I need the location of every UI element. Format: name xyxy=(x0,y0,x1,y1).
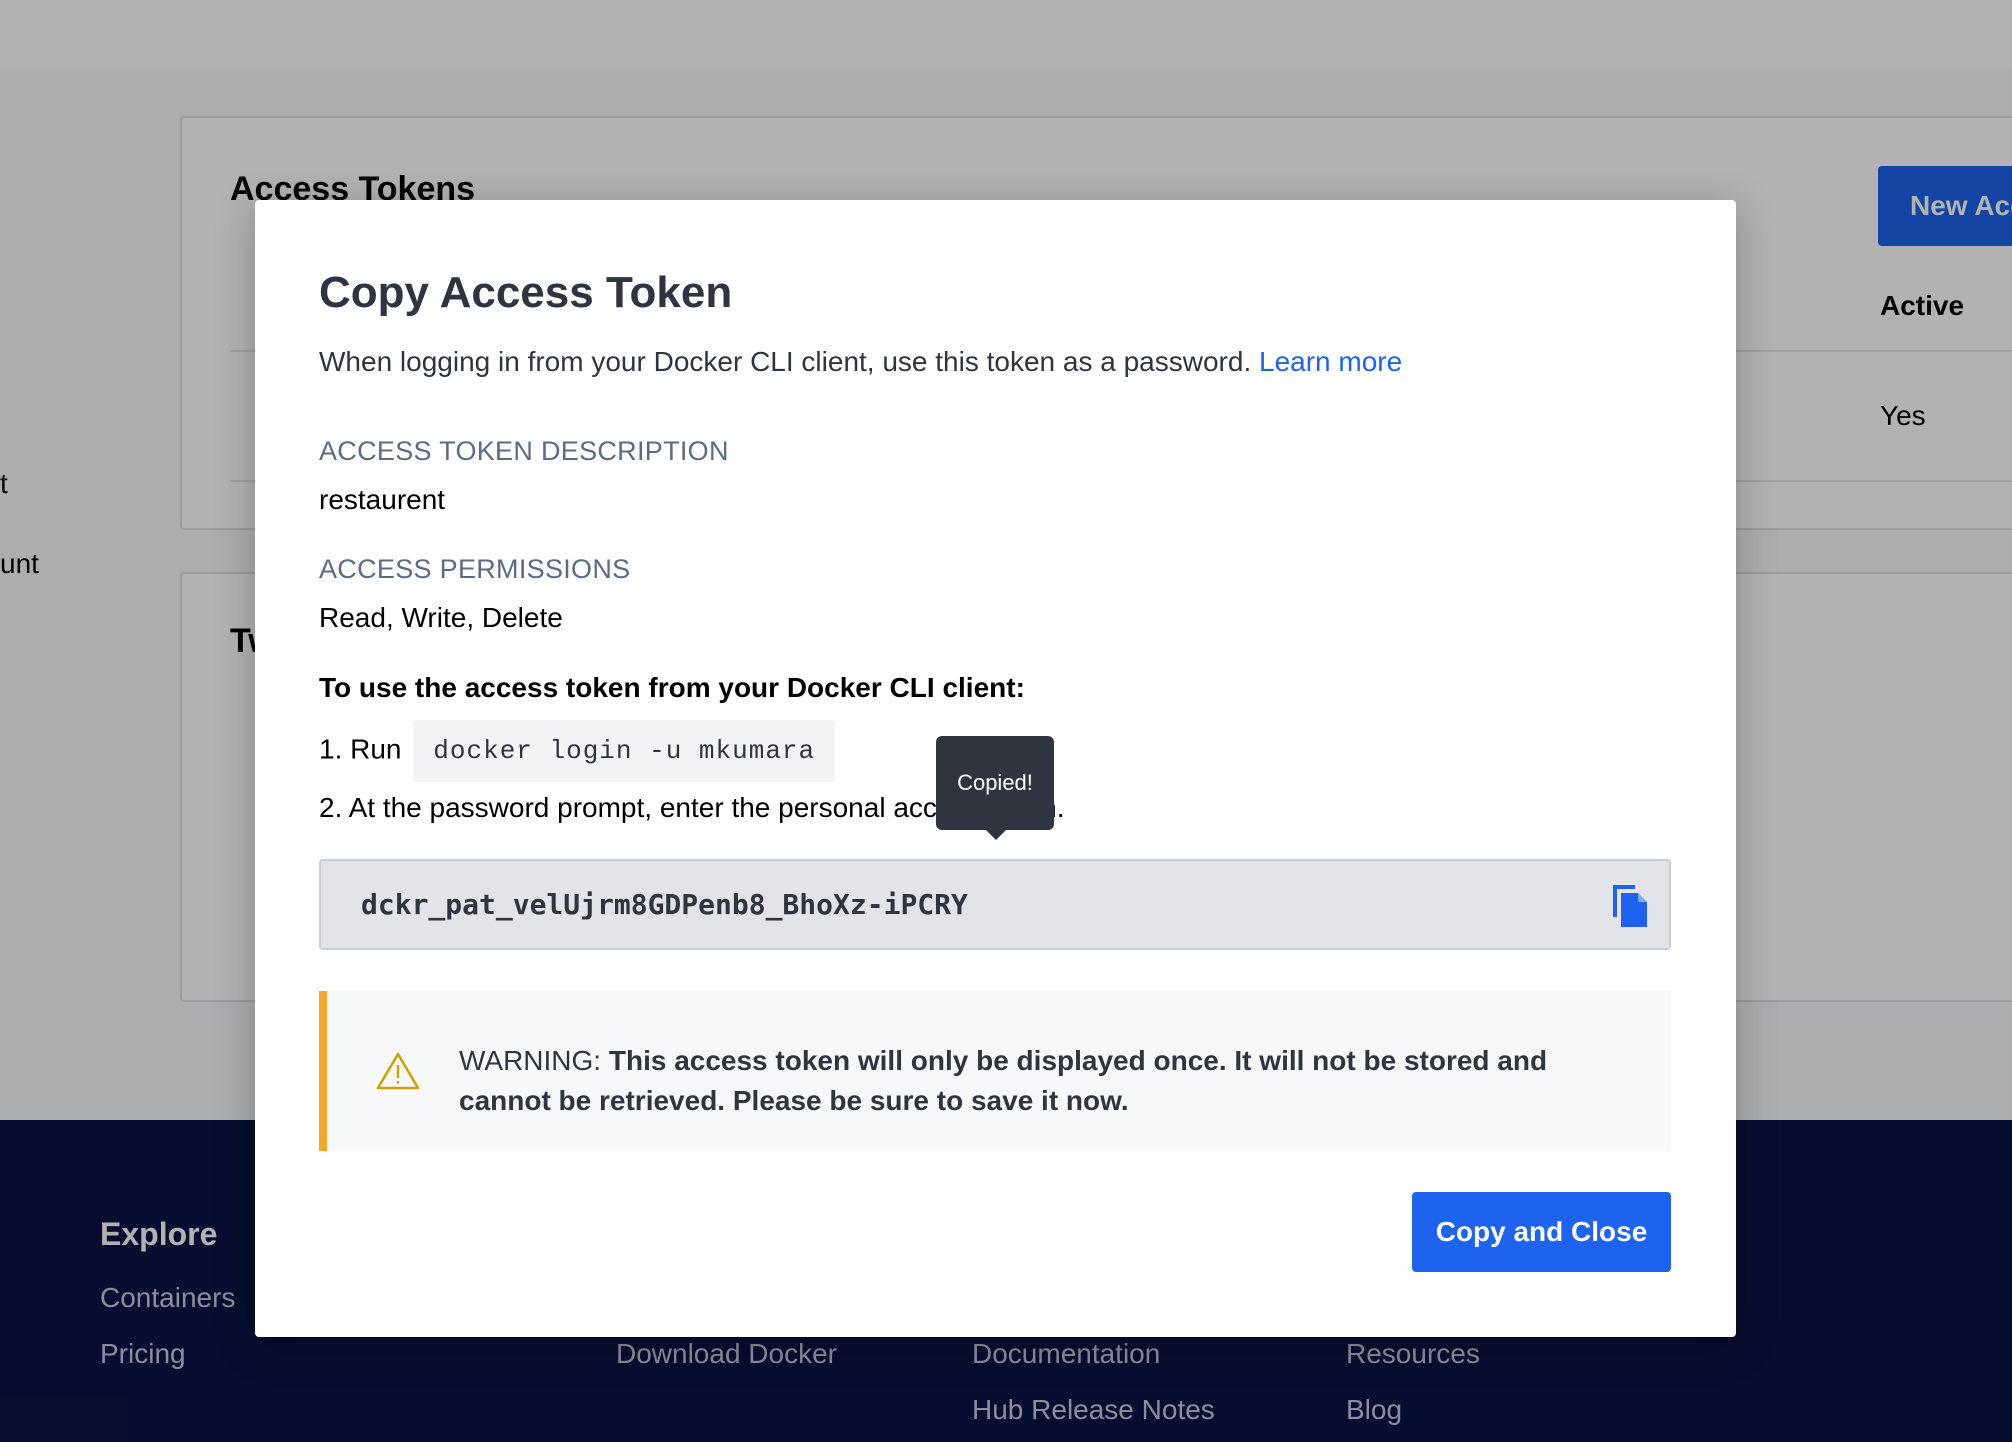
access-token-field[interactable]: dckr_pat_velUjrm8GDPenb8_BhoXz-iPCRY xyxy=(319,859,1671,950)
warning-text: This access token will only be displayed… xyxy=(459,1045,1548,1116)
learn-more-link[interactable]: Learn more xyxy=(1259,346,1402,377)
permissions-label: ACCESS PERMISSIONS xyxy=(319,554,631,584)
warning-banner: WARNING: This access token will only be … xyxy=(319,991,1671,1151)
dialog-title: Copy Access Token xyxy=(319,268,733,317)
copy-access-token-dialog: Copy Access Token When logging in from y… xyxy=(255,200,1736,1337)
description-label: ACCESS TOKEN DESCRIPTION xyxy=(319,436,729,466)
dialog-subtitle: When logging in from your Docker CLI cli… xyxy=(319,346,1402,378)
tooltip-arrow xyxy=(984,828,1008,840)
step-1-prefix: 1. Run xyxy=(319,733,402,765)
copy-icon[interactable] xyxy=(1609,883,1649,929)
warning-message: WARNING: This access token will only be … xyxy=(459,1041,1559,1121)
instructions-heading: To use the access token from your Docker… xyxy=(319,672,1025,703)
access-token-value[interactable]: dckr_pat_velUjrm8GDPenb8_BhoXz-iPCRY xyxy=(361,888,968,921)
warning-prefix: WARNING: xyxy=(459,1045,602,1076)
warning-triangle-icon xyxy=(376,1052,420,1090)
step-1: 1. Run docker login -u mkumara xyxy=(319,720,836,782)
docker-login-command[interactable]: docker login -u mkumara xyxy=(413,720,836,782)
description-value: restaurent xyxy=(319,484,446,515)
copy-and-close-button[interactable]: Copy and Close xyxy=(1412,1192,1671,1272)
dialog-subtitle-text: When logging in from your Docker CLI cli… xyxy=(319,346,1252,377)
permissions-value: Read, Write, Delete xyxy=(319,602,563,633)
copied-tooltip: Copied! xyxy=(936,736,1054,830)
